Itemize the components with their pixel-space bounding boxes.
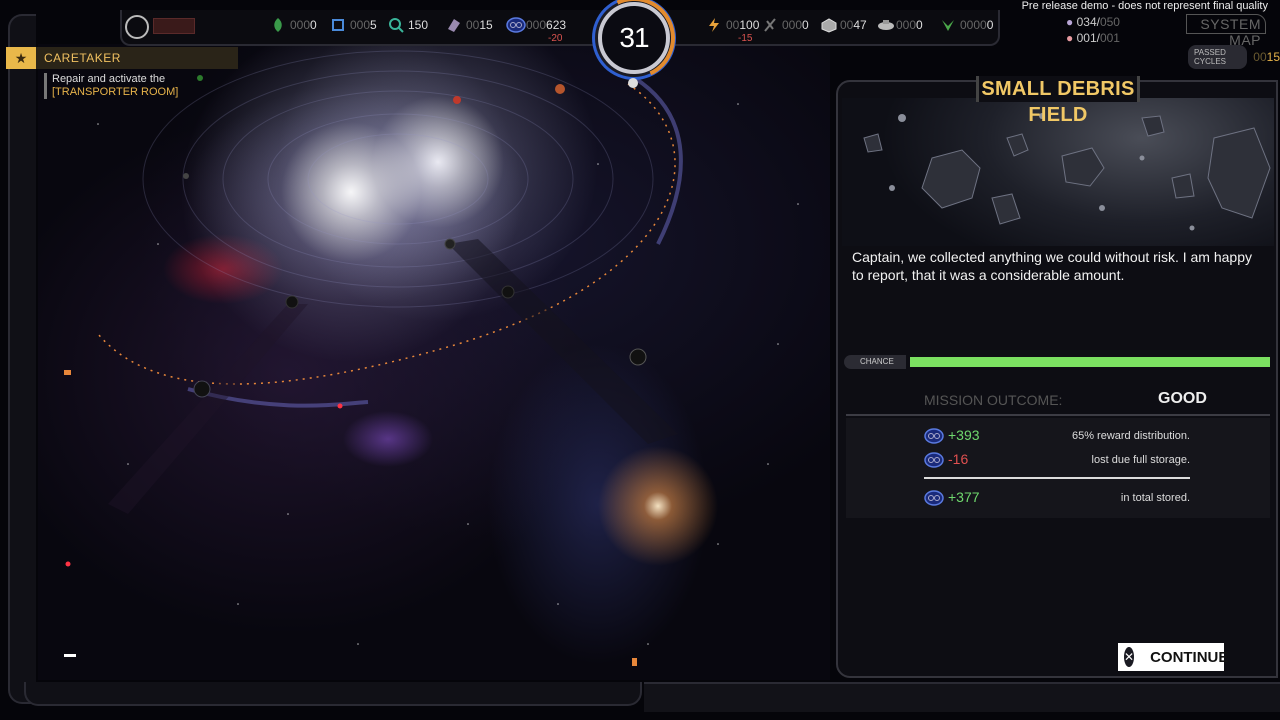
reward-row: -16 lost due full storage. [924,450,1190,470]
map-marker[interactable] [64,654,76,657]
energy-icon [706,17,722,33]
hud-frame-bottom [24,682,642,706]
objective-tracker[interactable]: ★ CARETAKER Repair and activate the [TRA… [6,47,238,99]
chance-meter: CHANCE [844,355,1270,369]
resource-cargo[interactable]: 0047 [820,14,867,36]
cross-button-icon: ✕ [1124,647,1135,667]
reward-amount: +393 [948,427,980,443]
resource-ships[interactable]: 0000 [876,14,923,36]
crew-counter[interactable]: ● 034/050 ● 001/001 [1066,14,1120,46]
objective-text: Repair and activate the [52,73,166,85]
insignia-icon [940,17,956,33]
research-icon [388,17,404,33]
resource-dilithium[interactable]: 0000 [270,14,317,36]
officers-count: ● 034/050 [1066,15,1120,29]
credits-icon [506,17,526,33]
starfleet-icon: ★ [6,47,36,69]
credits-icon [924,452,944,468]
demo-notice: Pre release demo - does not represent fi… [1021,0,1268,12]
reward-total-description: in total stored. [1120,492,1190,504]
orbit-layer [65,50,799,645]
reward-row: +393 65% reward distribution. [924,426,1190,446]
continue-label: CONTINUE [1150,648,1229,666]
leaf-icon [270,17,286,33]
resource-chips[interactable]: 0005 [330,14,377,36]
cargo-icon [820,17,837,33]
reward-total-row: +377 in total stored. [924,488,1190,508]
reward-list: +393 65% reward distribution. -16 lost d… [846,418,1270,518]
resource-crystals[interactable]: 0015 [446,14,493,36]
turn-counter[interactable]: 31 [581,0,687,91]
target-icon[interactable] [125,15,149,39]
map-marker[interactable] [64,370,71,375]
credits-icon [924,428,944,444]
system-map-view[interactable] [38,44,830,680]
resource-research[interactable]: 150 [388,14,428,36]
continue-button[interactable]: ✕ CONTINUE [1118,643,1228,671]
map-marker[interactable] [632,658,637,666]
reward-amount: -16 [948,451,969,467]
special-crew-count: ● 001/001 [1066,31,1120,45]
parts-icon [762,17,778,33]
objective-target: [TRANSPORTER ROOM] [52,86,179,98]
mission-report-text: Captain, we collected anything we could … [852,249,1252,283]
credits-icon [924,490,944,506]
resource-parts[interactable]: 0000 [762,14,809,36]
reward-description: 65% reward distribution. [1071,430,1190,442]
objective-title: CARETAKER [44,51,121,65]
credits-delta: -20 [548,33,563,44]
chance-label: CHANCE [844,355,906,369]
energy-delta: -15 [738,33,753,44]
chip-icon [330,17,346,33]
results-divider [924,477,1190,479]
resource-staff[interactable]: 00000 [940,14,993,36]
person-icon: ● [1066,15,1074,29]
crystal-icon [446,17,462,33]
mission-title: SMALL DEBRIS FIELD [976,76,1140,126]
reward-total-amount: +377 [948,489,980,505]
chance-bar-fill [909,357,1270,367]
hud-frame-bottom-right [644,682,1280,712]
hud-frame-left [8,14,36,704]
turn-marker [628,78,638,88]
passed-cycles-label: PASSED CYCLES [1188,45,1248,69]
chance-bar [909,357,1270,367]
alert-indicator [153,18,195,34]
ship-icon [876,17,894,33]
person-icon: ● [1066,31,1074,45]
mission-outcome: MISSION OUTCOME: GOOD [846,386,1270,416]
passed-cycles: PASSED CYCLES 0015 [1188,45,1280,69]
outcome-label: MISSION OUTCOME: [924,392,1063,408]
system-map-button[interactable]: SYSTEM MAP [1186,14,1266,48]
outcome-value: GOOD [1158,390,1207,407]
reward-description: lost due full storage. [1091,454,1190,466]
